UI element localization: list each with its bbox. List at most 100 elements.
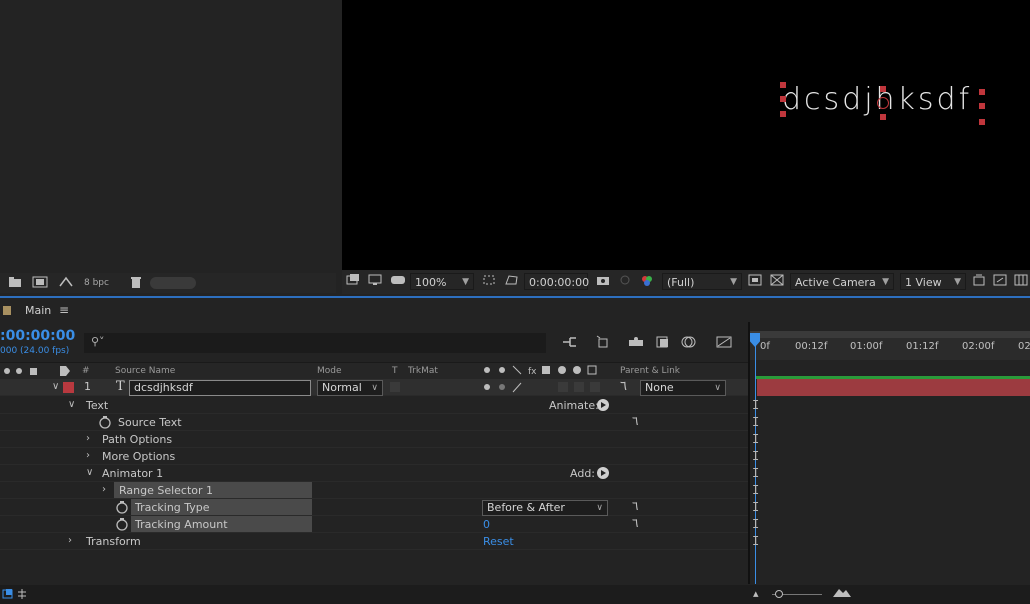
more-options-chevron-icon[interactable]: › [86, 450, 90, 461]
tracking-type-pick-whip-icon[interactable]: ٦ [632, 499, 638, 513]
always-preview-icon[interactable] [346, 274, 362, 288]
timeline-tab-bar: Main ≡ [0, 300, 1030, 322]
layer-name-field[interactable]: dcsdjhksdf [129, 380, 311, 396]
timeline-graph-area[interactable] [748, 322, 1030, 584]
animator-chevron-icon[interactable]: ∨ [86, 467, 93, 478]
prop-row-animator: ∨ Animator 1 Add: [0, 465, 748, 482]
more-options-label[interactable]: More Options [102, 448, 175, 465]
path-options-label[interactable]: Path Options [102, 431, 172, 448]
layer-row[interactable]: ∨ 1 T dcsdjhksdf Normal ∨ ٦ None ∨ [0, 379, 748, 396]
prop-row-range-selector: › Range Selector 1 [0, 482, 748, 499]
pick-whip-icon[interactable]: ٦ [620, 379, 627, 394]
layer-label-color[interactable] [63, 382, 74, 393]
text-chevron-icon[interactable]: ∨ [68, 399, 75, 410]
transform-label[interactable]: Transform [86, 533, 141, 550]
blend-mode-select[interactable]: Normal ∨ [317, 380, 383, 396]
search-icon: ⚲˅ [91, 335, 105, 348]
path-options-chevron-icon[interactable]: › [86, 433, 90, 444]
source-text-pick-whip-icon[interactable]: ٦ [632, 414, 638, 428]
bpc-label[interactable]: 8 bpc [84, 276, 124, 290]
parent-select[interactable]: None ∨ [640, 380, 726, 396]
tracking-amount-label[interactable]: Tracking Amount [135, 516, 228, 533]
ruler-tick: 01:00f [850, 341, 883, 352]
handle-br[interactable] [979, 119, 985, 125]
keyframe-ibeam-icon: I [752, 449, 760, 463]
layer-expand-chevron-icon[interactable]: ∨ [52, 381, 59, 392]
preserve-transparency-checkbox[interactable] [390, 382, 400, 392]
animator-label[interactable]: Animator 1 [102, 465, 163, 482]
hide-shy-layers-icon[interactable] [628, 336, 644, 350]
column-trkmat[interactable]: TrkMat [408, 364, 438, 378]
column-mode[interactable]: Mode [317, 364, 342, 378]
toggle-transparency-grid-icon[interactable] [770, 274, 786, 288]
tracking-type-select[interactable]: Before & After ∨ [482, 500, 608, 516]
tracking-amount-stopwatch-icon[interactable] [115, 517, 129, 534]
channels-icon[interactable] [640, 274, 656, 288]
tracking-amount-value[interactable]: 0 [483, 516, 490, 533]
new-composition-icon[interactable] [32, 276, 48, 290]
composition-mini-flowchart-icon[interactable] [562, 336, 578, 350]
handle-tr[interactable] [979, 89, 985, 95]
add-play-icon[interactable] [597, 467, 609, 479]
flowchart-icon[interactable] [58, 276, 74, 290]
current-time-field[interactable]: 0:00:00:00 [524, 273, 589, 290]
reset-exposure-icon[interactable] [993, 274, 1009, 288]
thumbnail-slider[interactable] [150, 277, 196, 289]
tracking-amount-pick-whip-icon[interactable]: ٦ [632, 516, 638, 530]
keyframe-ibeam-icon: I [752, 517, 760, 531]
av-switch-icons [3, 366, 43, 379]
text-group-label[interactable]: Text [86, 397, 108, 414]
work-area-bar[interactable] [750, 331, 1030, 338]
column-parent-link[interactable]: Parent & Link [620, 364, 680, 378]
toggle-pixel-aspect-icon[interactable] [972, 274, 988, 288]
handle-ml[interactable] [780, 96, 786, 102]
layer-duration-bar[interactable] [757, 379, 1030, 396]
range-selector-chevron-icon[interactable]: › [102, 484, 106, 495]
handle-tl[interactable] [780, 82, 786, 88]
transparency-grid-icon[interactable] [504, 274, 520, 288]
trash-icon[interactable] [130, 276, 146, 290]
layer-search-input[interactable]: ⚲˅ [84, 333, 546, 353]
folder-icon[interactable] [8, 276, 24, 290]
column-source-name[interactable]: Source Name [115, 364, 175, 378]
range-selector-label[interactable]: Range Selector 1 [119, 482, 213, 499]
camera-select[interactable]: Active Camera ▼ [790, 273, 894, 290]
source-text-label[interactable]: Source Text [118, 414, 182, 431]
motion-blur-icon[interactable] [681, 336, 697, 350]
layer-switches[interactable] [482, 381, 612, 396]
animate-play-icon[interactable] [597, 399, 609, 411]
zoom-out-mountain-icon[interactable]: ▴ [753, 587, 759, 600]
tab-main[interactable]: Main [25, 304, 51, 317]
camera-snapshot-icon[interactable] [596, 274, 612, 288]
tracking-type-stopwatch-icon[interactable] [115, 500, 129, 517]
vr-goggles-icon[interactable] [390, 274, 406, 288]
current-time-display[interactable]: :00:00:00 [0, 328, 75, 344]
frame-blending-icon[interactable] [655, 336, 671, 350]
show-snapshot-icon[interactable] [618, 274, 634, 288]
keyframe-ibeam-icon: I [752, 500, 760, 514]
composition-viewer[interactable]: dcsdjhksdf [342, 0, 1030, 270]
zoom-slider-thumb[interactable] [775, 590, 783, 598]
magnification-select[interactable]: 100% ▼ [410, 273, 474, 290]
handle-bm[interactable] [880, 114, 886, 120]
transform-chevron-icon[interactable]: › [68, 535, 72, 546]
region-of-interest-icon[interactable] [482, 274, 498, 288]
tab-menu-icon[interactable]: ≡ [59, 303, 69, 317]
anchor-point-icon[interactable] [877, 97, 889, 109]
zoom-in-mountain-icon[interactable] [832, 586, 852, 601]
draft-3d-icon[interactable] [595, 334, 611, 348]
handle-tm[interactable] [880, 86, 886, 92]
fast-previews-icon[interactable] [748, 274, 764, 288]
prop-row-source-text: Source Text ٦ [0, 414, 748, 431]
toggle-switches-icon[interactable] [2, 588, 32, 603]
handle-bl[interactable] [780, 111, 786, 117]
transform-reset-link[interactable]: Reset [483, 533, 514, 550]
stopwatch-icon[interactable] [98, 415, 112, 432]
tracking-type-label[interactable]: Tracking Type [135, 499, 210, 516]
grid-options-icon[interactable] [1014, 274, 1030, 288]
view-layout-select[interactable]: 1 View ▼ [900, 273, 966, 290]
monitor-icon[interactable] [368, 274, 384, 288]
resolution-select[interactable]: (Full) ▼ [662, 273, 742, 290]
graph-editor-icon[interactable] [716, 336, 732, 350]
handle-mr[interactable] [979, 103, 985, 109]
